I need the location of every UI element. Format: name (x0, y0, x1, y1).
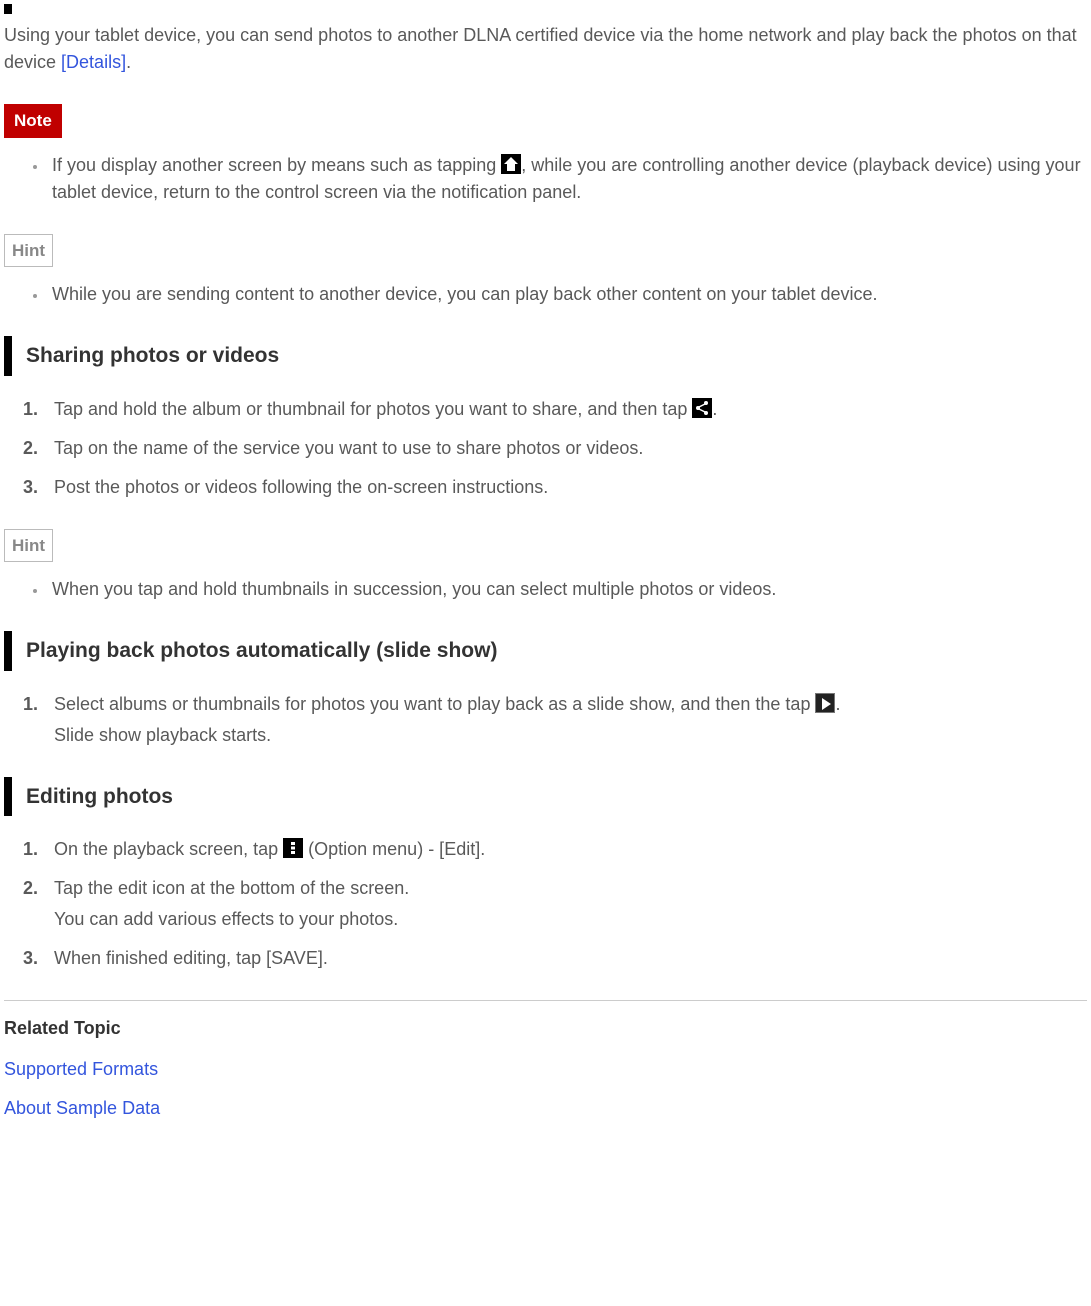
note-list: If you display another screen by means s… (4, 152, 1087, 206)
editing-step-1: On the playback screen, tap (Option menu… (48, 836, 1087, 863)
slideshow-heading: Playing back photos automatically (slide… (4, 631, 1087, 671)
related-link-sample-data[interactable]: About Sample Data (4, 1095, 1087, 1122)
step-text-after: . (712, 399, 717, 419)
editing-steps: On the playback screen, tap (Option menu… (4, 836, 1087, 972)
related-link-supported-formats[interactable]: Supported Formats (4, 1056, 1087, 1083)
step-text-before: Select albums or thumbnails for photos y… (54, 694, 815, 714)
hint-list: When you tap and hold thumbnails in succ… (4, 576, 1087, 603)
step-text: Tap the edit icon at the bottom of the s… (54, 878, 409, 898)
intro-text-after: . (126, 52, 131, 72)
section-accent-bar (4, 4, 12, 14)
hint-item: While you are sending content to another… (48, 281, 1087, 308)
editing-heading: Editing photos (4, 777, 1087, 817)
sharing-heading: Sharing photos or videos (4, 336, 1087, 376)
hint-item: When you tap and hold thumbnails in succ… (48, 576, 1087, 603)
related-topic-heading: Related Topic (4, 1015, 1087, 1042)
divider (4, 1000, 1087, 1001)
editing-step-2: Tap the edit icon at the bottom of the s… (48, 875, 1087, 933)
step-text-before: On the playback screen, tap (54, 839, 283, 859)
step-text-after: (Option menu) - [Edit]. (303, 839, 485, 859)
step-text-before: Tap and hold the album or thumbnail for … (54, 399, 692, 419)
sharing-step-3: Post the photos or videos following the … (48, 474, 1087, 501)
share-icon (692, 398, 712, 418)
intro-text-before: Using your tablet device, you can send p… (4, 25, 1077, 72)
slideshow-steps: Select albums or thumbnails for photos y… (4, 691, 1087, 749)
options-menu-icon (283, 838, 303, 858)
sharing-steps: Tap and hold the album or thumbnail for … (4, 396, 1087, 501)
slideshow-step-1: Select albums or thumbnails for photos y… (48, 691, 1087, 749)
sharing-step-2: Tap on the name of the service you want … (48, 435, 1087, 462)
hint-badge: Hint (4, 234, 53, 268)
sharing-step-1: Tap and hold the album or thumbnail for … (48, 396, 1087, 423)
details-link[interactable]: [Details] (61, 52, 126, 72)
hint-badge: Hint (4, 529, 53, 563)
step-text-after: . (835, 694, 840, 714)
note-text-before: If you display another screen by means s… (52, 155, 501, 175)
play-slideshow-icon (815, 693, 835, 713)
intro-paragraph: Using your tablet device, you can send p… (4, 22, 1087, 76)
note-item: If you display another screen by means s… (48, 152, 1087, 206)
note-badge: Note (4, 104, 62, 138)
hint-list: While you are sending content to another… (4, 281, 1087, 308)
step-subtext: You can add various effects to your phot… (54, 906, 1087, 933)
editing-step-3: When finished editing, tap [SAVE]. (48, 945, 1087, 972)
step-subtext: Slide show playback starts. (54, 722, 1087, 749)
home-icon (501, 154, 521, 174)
